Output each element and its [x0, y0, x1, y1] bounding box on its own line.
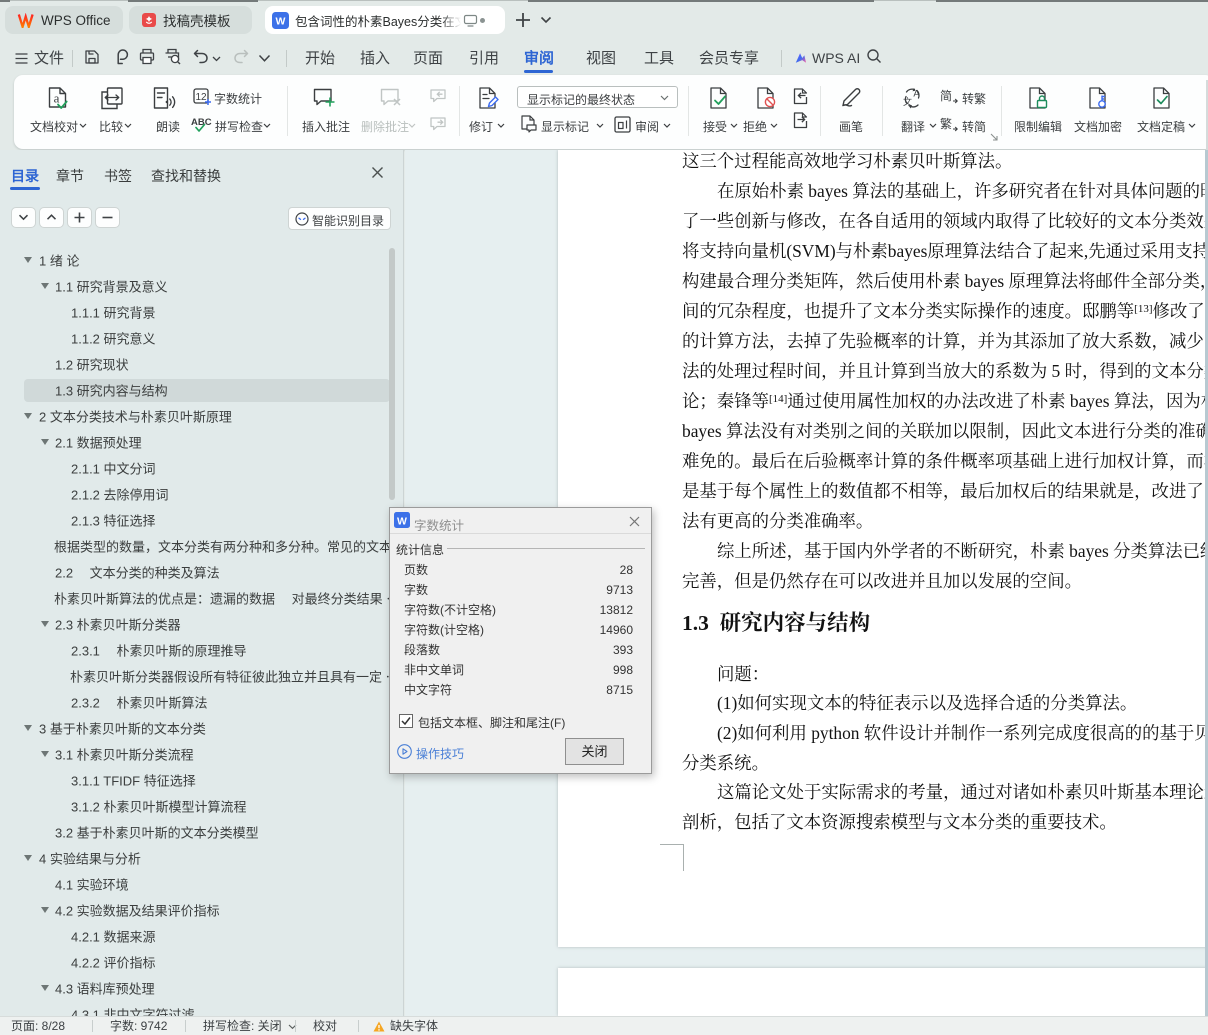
svg-text:繁: 繁 — [940, 116, 952, 131]
svg-text:文: 文 — [903, 96, 912, 107]
svg-text:简: 简 — [940, 89, 952, 103]
svg-text:W: W — [276, 15, 286, 27]
svg-text:W: W — [397, 516, 407, 528]
svg-text:a: a — [54, 91, 60, 106]
svg-text:A: A — [913, 89, 920, 100]
svg-text:ABC: ABC — [191, 117, 212, 128]
